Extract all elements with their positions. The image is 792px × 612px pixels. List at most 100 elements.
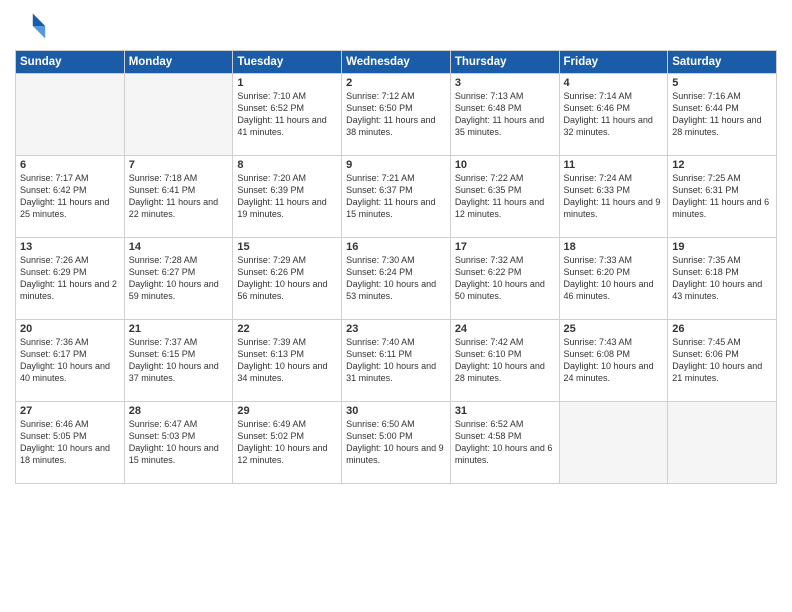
calendar-cell: 23Sunrise: 7:40 AMSunset: 6:11 PMDayligh… <box>342 320 451 402</box>
day-info: Sunrise: 6:49 AMSunset: 5:02 PMDaylight:… <box>237 418 337 467</box>
day-number: 22 <box>237 323 337 335</box>
day-info: Sunrise: 7:35 AMSunset: 6:18 PMDaylight:… <box>672 254 772 303</box>
calendar-week-1: 1Sunrise: 7:10 AMSunset: 6:52 PMDaylight… <box>16 74 777 156</box>
day-number: 12 <box>672 159 772 171</box>
day-info: Sunrise: 7:42 AMSunset: 6:10 PMDaylight:… <box>455 336 555 385</box>
day-number: 16 <box>346 241 446 253</box>
day-info: Sunrise: 7:26 AMSunset: 6:29 PMDaylight:… <box>20 254 120 303</box>
day-number: 18 <box>564 241 664 253</box>
day-info: Sunrise: 7:45 AMSunset: 6:06 PMDaylight:… <box>672 336 772 385</box>
calendar-cell: 12Sunrise: 7:25 AMSunset: 6:31 PMDayligh… <box>668 156 777 238</box>
day-info: Sunrise: 6:50 AMSunset: 5:00 PMDaylight:… <box>346 418 446 467</box>
logo-icon <box>15 10 47 42</box>
day-number: 29 <box>237 405 337 417</box>
day-info: Sunrise: 7:22 AMSunset: 6:35 PMDaylight:… <box>455 172 555 221</box>
day-number: 6 <box>20 159 120 171</box>
calendar-cell: 24Sunrise: 7:42 AMSunset: 6:10 PMDayligh… <box>450 320 559 402</box>
day-info: Sunrise: 7:40 AMSunset: 6:11 PMDaylight:… <box>346 336 446 385</box>
day-number: 9 <box>346 159 446 171</box>
day-info: Sunrise: 7:25 AMSunset: 6:31 PMDaylight:… <box>672 172 772 221</box>
calendar-cell: 17Sunrise: 7:32 AMSunset: 6:22 PMDayligh… <box>450 238 559 320</box>
day-number: 2 <box>346 77 446 89</box>
calendar-cell: 2Sunrise: 7:12 AMSunset: 6:50 PMDaylight… <box>342 74 451 156</box>
calendar-cell: 19Sunrise: 7:35 AMSunset: 6:18 PMDayligh… <box>668 238 777 320</box>
day-number: 7 <box>129 159 229 171</box>
day-info: Sunrise: 7:21 AMSunset: 6:37 PMDaylight:… <box>346 172 446 221</box>
calendar-header-sunday: Sunday <box>16 51 125 74</box>
day-info: Sunrise: 7:13 AMSunset: 6:48 PMDaylight:… <box>455 90 555 139</box>
day-number: 14 <box>129 241 229 253</box>
day-number: 26 <box>672 323 772 335</box>
day-info: Sunrise: 7:39 AMSunset: 6:13 PMDaylight:… <box>237 336 337 385</box>
calendar-table: SundayMondayTuesdayWednesdayThursdayFrid… <box>15 50 777 484</box>
day-info: Sunrise: 7:43 AMSunset: 6:08 PMDaylight:… <box>564 336 664 385</box>
calendar-cell: 25Sunrise: 7:43 AMSunset: 6:08 PMDayligh… <box>559 320 668 402</box>
calendar-cell: 28Sunrise: 6:47 AMSunset: 5:03 PMDayligh… <box>124 402 233 484</box>
day-info: Sunrise: 7:37 AMSunset: 6:15 PMDaylight:… <box>129 336 229 385</box>
calendar-cell: 9Sunrise: 7:21 AMSunset: 6:37 PMDaylight… <box>342 156 451 238</box>
logo <box>15 10 51 42</box>
day-number: 20 <box>20 323 120 335</box>
calendar-cell: 29Sunrise: 6:49 AMSunset: 5:02 PMDayligh… <box>233 402 342 484</box>
calendar-header-wednesday: Wednesday <box>342 51 451 74</box>
header <box>15 10 777 42</box>
day-info: Sunrise: 7:36 AMSunset: 6:17 PMDaylight:… <box>20 336 120 385</box>
calendar-week-3: 13Sunrise: 7:26 AMSunset: 6:29 PMDayligh… <box>16 238 777 320</box>
calendar-week-5: 27Sunrise: 6:46 AMSunset: 5:05 PMDayligh… <box>16 402 777 484</box>
day-number: 8 <box>237 159 337 171</box>
day-info: Sunrise: 7:32 AMSunset: 6:22 PMDaylight:… <box>455 254 555 303</box>
day-number: 11 <box>564 159 664 171</box>
calendar-cell: 1Sunrise: 7:10 AMSunset: 6:52 PMDaylight… <box>233 74 342 156</box>
calendar-cell: 10Sunrise: 7:22 AMSunset: 6:35 PMDayligh… <box>450 156 559 238</box>
calendar-cell: 8Sunrise: 7:20 AMSunset: 6:39 PMDaylight… <box>233 156 342 238</box>
calendar-header-monday: Monday <box>124 51 233 74</box>
day-number: 21 <box>129 323 229 335</box>
calendar-cell <box>559 402 668 484</box>
day-info: Sunrise: 6:46 AMSunset: 5:05 PMDaylight:… <box>20 418 120 467</box>
calendar-cell: 3Sunrise: 7:13 AMSunset: 6:48 PMDaylight… <box>450 74 559 156</box>
calendar-cell: 7Sunrise: 7:18 AMSunset: 6:41 PMDaylight… <box>124 156 233 238</box>
calendar-header-row: SundayMondayTuesdayWednesdayThursdayFrid… <box>16 51 777 74</box>
page: SundayMondayTuesdayWednesdayThursdayFrid… <box>0 0 792 612</box>
calendar-cell: 22Sunrise: 7:39 AMSunset: 6:13 PMDayligh… <box>233 320 342 402</box>
day-info: Sunrise: 7:14 AMSunset: 6:46 PMDaylight:… <box>564 90 664 139</box>
calendar-cell: 14Sunrise: 7:28 AMSunset: 6:27 PMDayligh… <box>124 238 233 320</box>
calendar-cell: 20Sunrise: 7:36 AMSunset: 6:17 PMDayligh… <box>16 320 125 402</box>
calendar-header-saturday: Saturday <box>668 51 777 74</box>
calendar-cell: 18Sunrise: 7:33 AMSunset: 6:20 PMDayligh… <box>559 238 668 320</box>
day-number: 1 <box>237 77 337 89</box>
day-number: 10 <box>455 159 555 171</box>
calendar-header-thursday: Thursday <box>450 51 559 74</box>
calendar-header-friday: Friday <box>559 51 668 74</box>
calendar-header-tuesday: Tuesday <box>233 51 342 74</box>
calendar-cell: 16Sunrise: 7:30 AMSunset: 6:24 PMDayligh… <box>342 238 451 320</box>
day-number: 4 <box>564 77 664 89</box>
calendar-cell: 5Sunrise: 7:16 AMSunset: 6:44 PMDaylight… <box>668 74 777 156</box>
calendar-cell: 15Sunrise: 7:29 AMSunset: 6:26 PMDayligh… <box>233 238 342 320</box>
day-number: 13 <box>20 241 120 253</box>
calendar-cell: 6Sunrise: 7:17 AMSunset: 6:42 PMDaylight… <box>16 156 125 238</box>
day-number: 30 <box>346 405 446 417</box>
day-info: Sunrise: 7:18 AMSunset: 6:41 PMDaylight:… <box>129 172 229 221</box>
day-info: Sunrise: 6:47 AMSunset: 5:03 PMDaylight:… <box>129 418 229 467</box>
day-info: Sunrise: 7:20 AMSunset: 6:39 PMDaylight:… <box>237 172 337 221</box>
calendar-cell: 31Sunrise: 6:52 AMSunset: 4:58 PMDayligh… <box>450 402 559 484</box>
day-number: 24 <box>455 323 555 335</box>
day-number: 31 <box>455 405 555 417</box>
calendar-week-4: 20Sunrise: 7:36 AMSunset: 6:17 PMDayligh… <box>16 320 777 402</box>
day-info: Sunrise: 7:17 AMSunset: 6:42 PMDaylight:… <box>20 172 120 221</box>
day-info: Sunrise: 7:29 AMSunset: 6:26 PMDaylight:… <box>237 254 337 303</box>
calendar-cell: 26Sunrise: 7:45 AMSunset: 6:06 PMDayligh… <box>668 320 777 402</box>
calendar-week-2: 6Sunrise: 7:17 AMSunset: 6:42 PMDaylight… <box>16 156 777 238</box>
calendar-cell: 4Sunrise: 7:14 AMSunset: 6:46 PMDaylight… <box>559 74 668 156</box>
day-info: Sunrise: 7:30 AMSunset: 6:24 PMDaylight:… <box>346 254 446 303</box>
day-number: 3 <box>455 77 555 89</box>
day-info: Sunrise: 7:24 AMSunset: 6:33 PMDaylight:… <box>564 172 664 221</box>
day-number: 17 <box>455 241 555 253</box>
day-info: Sunrise: 6:52 AMSunset: 4:58 PMDaylight:… <box>455 418 555 467</box>
day-number: 19 <box>672 241 772 253</box>
day-number: 15 <box>237 241 337 253</box>
day-info: Sunrise: 7:10 AMSunset: 6:52 PMDaylight:… <box>237 90 337 139</box>
calendar-cell: 30Sunrise: 6:50 AMSunset: 5:00 PMDayligh… <box>342 402 451 484</box>
day-number: 28 <box>129 405 229 417</box>
